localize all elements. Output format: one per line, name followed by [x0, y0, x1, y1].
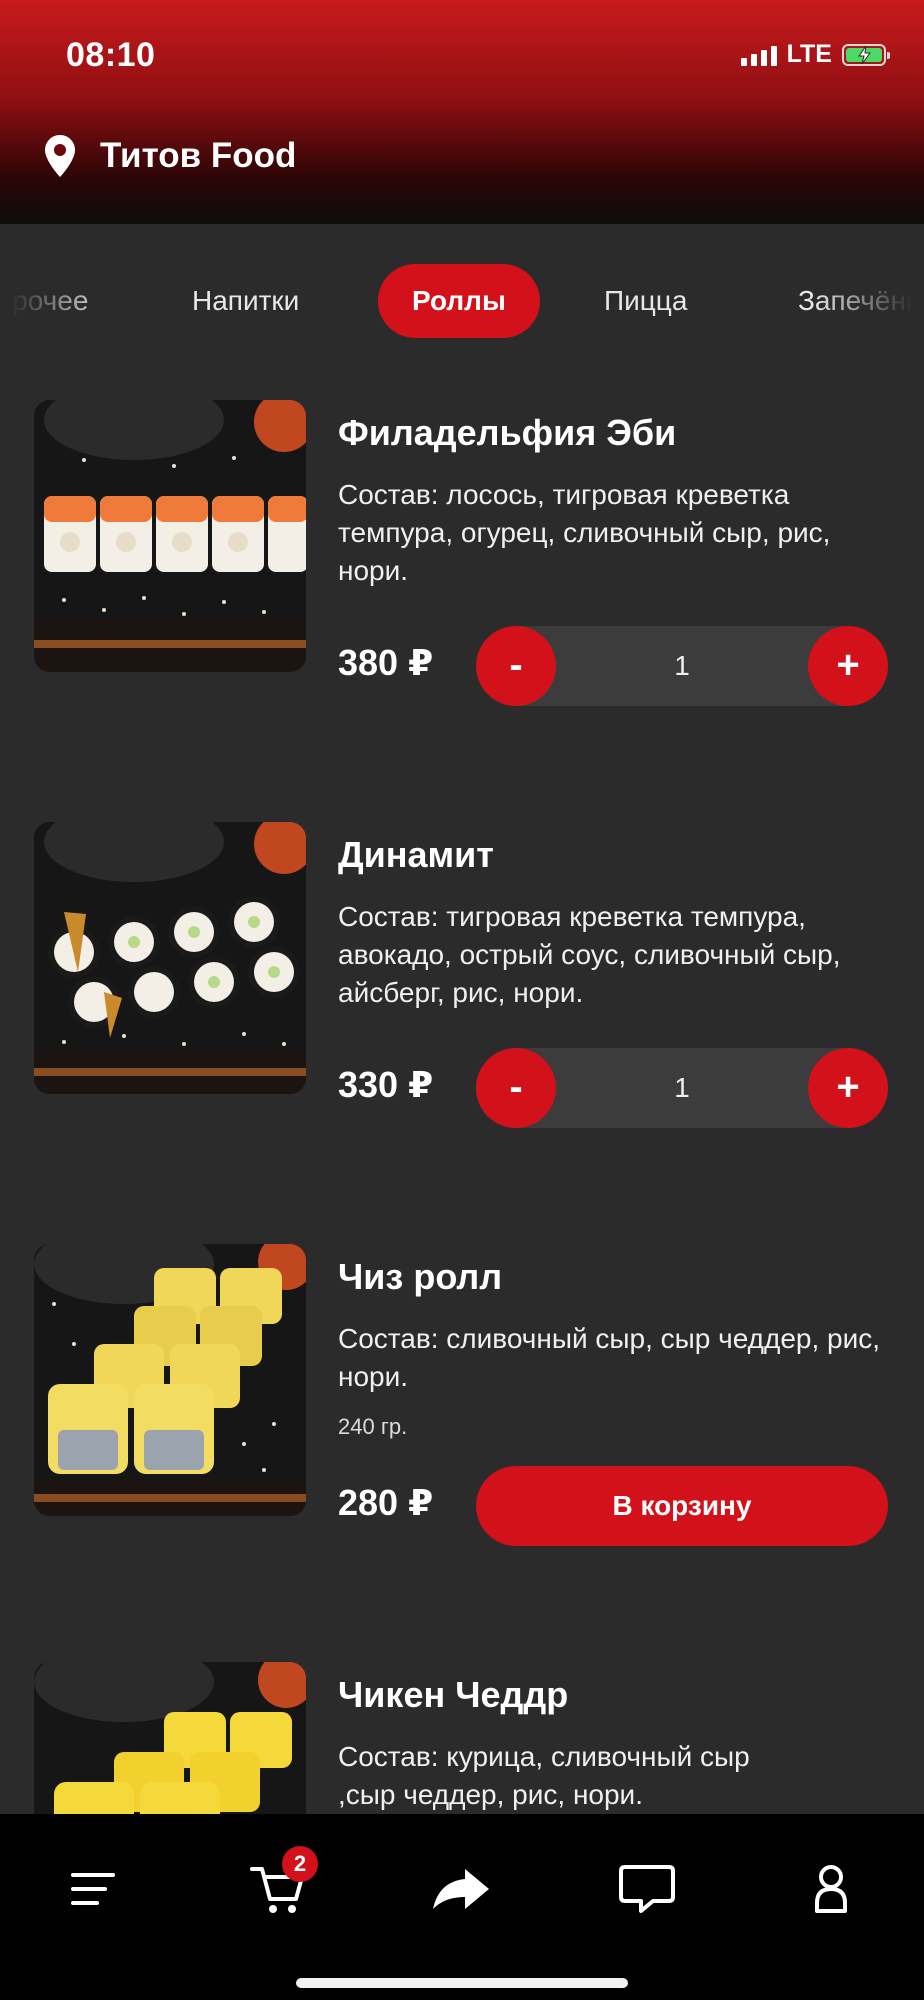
- product-image[interactable]: [34, 1244, 306, 1516]
- decrease-button[interactable]: -: [476, 1048, 556, 1128]
- product-weight: 240 гр.: [338, 1414, 408, 1439]
- quantity-stepper: - 1 +: [476, 1048, 888, 1128]
- add-to-cart-button[interactable]: В корзину: [476, 1466, 888, 1546]
- menu-icon[interactable]: [58, 1854, 128, 1924]
- product-price: 330 ₽: [338, 1064, 434, 1105]
- product-description: Состав: тигровая креветка темпура, авока…: [338, 901, 841, 1008]
- product-image[interactable]: [34, 400, 306, 672]
- product-name: Чиз ролл: [338, 1256, 503, 1297]
- home-indicator[interactable]: [296, 1978, 628, 1988]
- quantity-stepper: - 1 +: [476, 626, 888, 706]
- profile-icon[interactable]: [796, 1854, 866, 1924]
- tab-drinks[interactable]: Напитки: [192, 264, 299, 338]
- app-header: 08:10 LTE Титов Food: [0, 0, 924, 224]
- product-description: Состав: лосось, тигровая креветка темпур…: [338, 479, 831, 586]
- cart-badge: 2: [282, 1846, 318, 1882]
- tab-baked[interactable]: Запечённые: [798, 264, 924, 338]
- chat-icon[interactable]: [612, 1854, 682, 1924]
- tab-pizza[interactable]: Пицца: [604, 264, 687, 338]
- bottom-navigation: 2: [0, 1814, 924, 2000]
- battery-icon: [842, 43, 890, 66]
- product-price: 380 ₽: [338, 642, 434, 683]
- status-indicators: LTE: [740, 40, 890, 69]
- category-tabs: Прочее Напитки Роллы Пицца Запечённые: [0, 264, 924, 340]
- increase-button[interactable]: +: [808, 626, 888, 706]
- decrease-button[interactable]: -: [476, 626, 556, 706]
- quantity-value: 1: [674, 1072, 690, 1103]
- map-pin-icon: [45, 135, 75, 177]
- status-time: 08:10: [66, 36, 156, 74]
- share-icon[interactable]: [426, 1854, 496, 1924]
- app-title: Титов Food: [100, 136, 297, 175]
- quantity-value: 1: [674, 650, 690, 681]
- signal-icon: [740, 44, 777, 66]
- product-name: Динамит: [338, 834, 494, 875]
- product-price: 280 ₽: [338, 1482, 434, 1523]
- tab-other[interactable]: Прочее: [0, 264, 88, 338]
- tab-rolls[interactable]: Роллы: [378, 264, 540, 338]
- product-name: Филадельфия Эби: [338, 412, 677, 453]
- increase-button[interactable]: +: [808, 1048, 888, 1128]
- product-image[interactable]: [34, 822, 306, 1094]
- location-selector[interactable]: Титов Food: [44, 134, 296, 178]
- product-name: Чикен Чеддр: [338, 1674, 569, 1715]
- product-description: Состав: сливочный сыр, сыр чеддер, рис, …: [338, 1323, 881, 1392]
- cart-icon[interactable]: 2: [242, 1846, 318, 1924]
- network-type: LTE: [786, 40, 832, 68]
- product-description: Состав: курица, сливочный сыр ,сыр чедде…: [338, 1741, 750, 1810]
